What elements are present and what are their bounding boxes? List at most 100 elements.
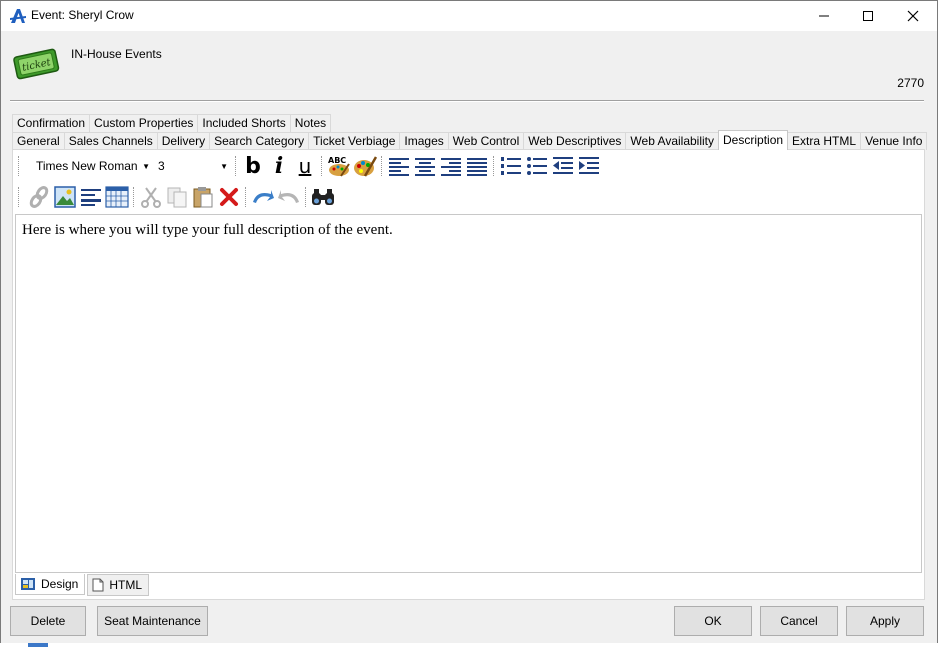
redo-button[interactable] [276, 184, 302, 210]
title-bar: Event: Sheryl Crow [1, 1, 937, 31]
insert-image-button[interactable] [52, 184, 78, 210]
toolbar-grip[interactable] [18, 156, 22, 176]
redo-icon [278, 190, 299, 203]
align-center-button[interactable] [412, 153, 438, 179]
tab-venue-info[interactable]: Venue Info [860, 132, 928, 150]
align-right-icon [441, 158, 461, 176]
paste-icon [193, 187, 213, 208]
align-right-button[interactable] [438, 153, 464, 179]
color-palette-button[interactable] [352, 153, 378, 179]
bold-icon: b [245, 153, 261, 179]
tab-general[interactable]: General [12, 132, 65, 150]
delete-button[interactable]: Delete [10, 606, 86, 636]
undo-button[interactable] [250, 184, 276, 210]
tab-notes[interactable]: Notes [289, 114, 332, 132]
cancel-button[interactable]: Cancel [760, 606, 838, 636]
tab-delivery[interactable]: Delivery [156, 132, 211, 150]
numbered-list-icon [501, 157, 521, 175]
align-left-icon [389, 158, 409, 176]
font-family-select[interactable]: Times New Roman ▼ [26, 156, 154, 176]
toolbar-separator [245, 187, 247, 207]
delete-button-label: Delete [30, 614, 66, 628]
cut-button[interactable] [138, 184, 164, 210]
document-icon [92, 578, 104, 592]
ok-button-label: OK [704, 614, 722, 628]
align-center-icon [415, 158, 435, 176]
ticket-icon: ticket [11, 45, 61, 81]
horizontal-rule-icon [81, 189, 101, 206]
description-panel: Times New Roman ▼ 3 ▼ b i u ABC Here is … [12, 149, 925, 600]
tab-html[interactable]: HTML [87, 574, 150, 596]
justify-icon [467, 158, 487, 176]
event-header: ticket IN-House Events 2770 [1, 31, 937, 103]
chevron-down-icon: ▼ [142, 161, 150, 171]
tab-design[interactable]: Design [15, 574, 86, 595]
delete-icon [220, 188, 238, 206]
tab-extra-html[interactable]: Extra HTML [787, 132, 862, 150]
insert-toolbar [16, 183, 336, 211]
find-icon [312, 189, 334, 205]
tab-description[interactable]: Description [718, 130, 789, 150]
paste-button[interactable] [190, 184, 216, 210]
formatting-toolbar: Times New Roman ▼ 3 ▼ b i u ABC [16, 152, 602, 180]
bullet-list-button[interactable] [524, 153, 550, 179]
tab-images[interactable]: Images [399, 132, 449, 150]
taskbar-edge [0, 643, 938, 647]
apply-button[interactable]: Apply [846, 606, 924, 636]
tab-confirmation[interactable]: Confirmation [12, 114, 91, 132]
undo-icon [253, 190, 274, 203]
font-family-value: Times New Roman [36, 159, 138, 173]
tab-web-descriptives[interactable]: Web Descriptives [523, 132, 627, 150]
tab-custom-properties[interactable]: Custom Properties [89, 114, 199, 132]
tab-ticket-verbiage[interactable]: Ticket Verbiage [308, 132, 401, 150]
indent-button[interactable] [576, 153, 602, 179]
find-button[interactable] [310, 184, 336, 210]
underline-button[interactable]: u [292, 153, 318, 179]
delete-format-button[interactable] [216, 184, 242, 210]
seat-maintenance-label: Seat Maintenance [104, 614, 201, 628]
copy-button[interactable] [164, 184, 190, 210]
bold-button[interactable]: b [240, 153, 266, 179]
link-button[interactable] [26, 184, 52, 210]
numbered-list-button[interactable] [498, 153, 524, 179]
insert-table-icon [105, 186, 129, 208]
toolbar-separator [321, 156, 323, 176]
underline-icon: u [298, 154, 312, 178]
close-button[interactable] [890, 1, 936, 31]
seat-maintenance-button[interactable]: Seat Maintenance [97, 606, 208, 636]
maximize-button[interactable] [845, 1, 891, 31]
tab-search-category[interactable]: Search Category [209, 132, 310, 150]
html-tab-label: HTML [109, 578, 143, 592]
svg-text:ABC: ABC [328, 156, 346, 165]
spellcheck-icon: ABC [328, 156, 350, 177]
close-icon [907, 10, 919, 22]
align-left-button[interactable] [386, 153, 412, 179]
organization-name: IN-House Events [71, 47, 162, 61]
toolbar-separator [133, 187, 135, 207]
tab-row-1: Confirmation Custom Properties Included … [12, 114, 332, 132]
tab-row-2: General Sales Channels Delivery Search C… [12, 130, 928, 150]
editor-content[interactable]: Here is where you will type your full de… [22, 222, 393, 239]
italic-icon: i [274, 153, 284, 179]
minimize-button[interactable] [801, 1, 847, 31]
insert-table-button[interactable] [104, 184, 130, 210]
tab-included-shorts[interactable]: Included Shorts [197, 114, 291, 132]
copy-icon [167, 187, 187, 208]
ok-button[interactable]: OK [674, 606, 752, 636]
italic-button[interactable]: i [266, 153, 292, 179]
tab-web-availability[interactable]: Web Availability [625, 132, 720, 150]
description-editor[interactable]: Here is where you will type your full de… [15, 214, 922, 573]
justify-button[interactable] [464, 153, 490, 179]
horizontal-rule-button[interactable] [78, 184, 104, 210]
design-tab-label: Design [41, 577, 79, 591]
apply-button-label: Apply [869, 614, 901, 628]
toolbar-separator [381, 156, 383, 176]
tab-web-control[interactable]: Web Control [447, 132, 525, 150]
font-size-select[interactable]: 3 ▼ [154, 156, 232, 176]
spellcheck-button[interactable]: ABC [326, 153, 352, 179]
app-logo-icon [9, 7, 27, 25]
outdent-icon [553, 157, 573, 174]
tab-sales-channels[interactable]: Sales Channels [63, 132, 158, 150]
outdent-button[interactable] [550, 153, 576, 179]
toolbar-grip[interactable] [18, 187, 22, 207]
